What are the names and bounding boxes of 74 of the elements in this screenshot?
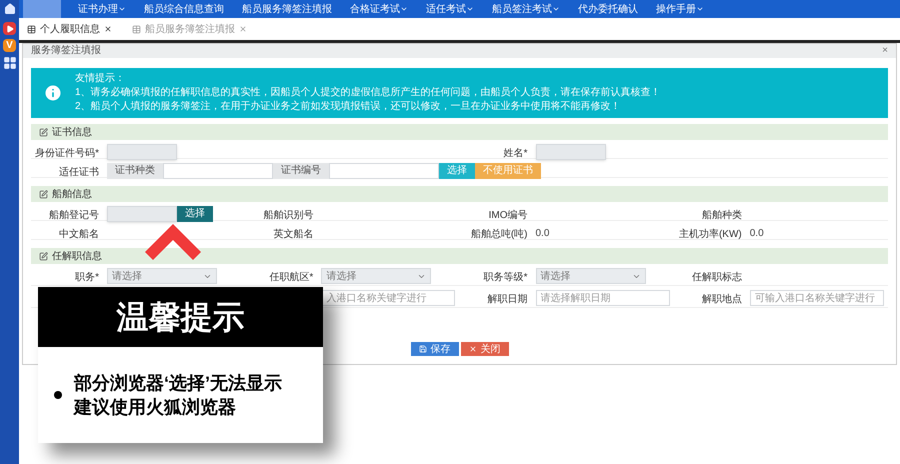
- field-label: 英文船名: [273, 229, 314, 240]
- input-field[interactable]: [163, 163, 273, 179]
- section-title: 证书信息: [52, 126, 92, 140]
- field-label: 姓名*: [504, 148, 528, 159]
- edit-icon: [39, 128, 48, 136]
- nav-item[interactable]: 适任考试: [417, 2, 483, 16]
- nav-highlight[interactable]: [23, 0, 61, 18]
- caret-icon: [552, 5, 560, 13]
- tip-text: 部分浏览器‘选择’无法显示: [74, 372, 282, 395]
- field-label: 任职航区*: [269, 272, 314, 283]
- field-label: 身份证件号码*: [35, 148, 99, 159]
- panel-title: 服务簿签注填报: [31, 46, 101, 56]
- input-field[interactable]: [329, 163, 439, 179]
- input-field[interactable]: 入港口名称关键字进行: [321, 290, 456, 306]
- field-label: IMO编号: [488, 210, 528, 221]
- field-label: 任解职标志: [692, 272, 742, 283]
- close-icon: [468, 345, 476, 353]
- section-title: 船舶信息: [52, 188, 92, 202]
- video-icon[interactable]: [3, 22, 16, 35]
- field-label: 适任证书: [59, 167, 99, 178]
- caret-icon: [400, 5, 408, 13]
- input-field[interactable]: 请选择解职日期: [536, 290, 670, 306]
- field-label: 船舶种类: [702, 210, 742, 221]
- field-value: 0.0: [750, 226, 764, 240]
- field-label: 职务等级*: [484, 272, 528, 283]
- field-label: 船舶登记号: [49, 210, 99, 221]
- nav-item[interactable]: 合格证考试: [341, 2, 417, 16]
- nav-item[interactable]: 船员综合信息查询: [135, 2, 233, 16]
- edit-icon: [39, 190, 48, 198]
- notice-title: 友情提示：: [75, 72, 126, 86]
- caret-icon: [696, 5, 704, 13]
- input-field[interactable]: [107, 144, 177, 160]
- bullet-icon: [54, 391, 62, 399]
- select-dropdown[interactable]: 请选择: [536, 268, 646, 284]
- field-addon: 证书编号: [273, 163, 329, 179]
- field-label: 主机功率(KW): [678, 229, 742, 240]
- field-label: 职务*: [75, 272, 99, 283]
- edit-icon: [39, 252, 48, 260]
- field-label: 船舶总吨(吨): [470, 229, 528, 240]
- field-label: 解职日期: [488, 294, 528, 305]
- close-icon[interactable]: [104, 25, 112, 33]
- caret-icon: [466, 5, 474, 13]
- notice-text: 2、船员个人填报的服务簿签注，在用于办证业务之前如发现填报错误，还可以修改，一旦在办证业务中使用将不能再修改！: [75, 100, 622, 114]
- nav-item[interactable]: 操作手册: [647, 2, 713, 16]
- input-field[interactable]: [107, 206, 177, 222]
- nav-item[interactable]: 代办委托确认: [569, 2, 647, 16]
- field-label: 船舶识别号: [263, 210, 314, 221]
- close-button[interactable]: 关闭: [460, 342, 508, 356]
- field-addon: 证书种类: [107, 163, 163, 179]
- section-title: 任解职信息: [52, 250, 102, 264]
- save-button[interactable]: 保存: [410, 342, 458, 356]
- page-tab[interactable]: 船员服务簿签注填报: [132, 22, 247, 36]
- page-tab[interactable]: 个人履职信息: [27, 22, 112, 36]
- input-field[interactable]: 可输入港口名称关键字进行: [750, 290, 884, 306]
- field-label: 中文船名: [59, 229, 99, 240]
- close-button[interactable]: ×: [882, 46, 888, 56]
- field-label: 解职地点: [702, 294, 742, 305]
- info-icon: [43, 83, 63, 103]
- nav-item[interactable]: 船员服务簿签注填报: [233, 2, 341, 16]
- select-button[interactable]: 选择: [177, 206, 213, 222]
- select-dropdown[interactable]: 请选择: [321, 268, 432, 284]
- field-value: 0.0: [536, 226, 550, 240]
- input-field[interactable]: [536, 144, 606, 160]
- grid-icon[interactable]: [2, 56, 16, 70]
- table-icon: [132, 24, 141, 34]
- tip-title: 温馨提示: [116, 298, 244, 337]
- save-icon: [418, 345, 426, 353]
- tip-text: 建议使用火狐浏览器: [74, 396, 237, 419]
- nav-item[interactable]: 证书办理: [69, 2, 135, 16]
- notice-text: 1、请务必确保填报的任解职信息的真实性，因船员个人提交的虚假信息所产生的任何问题，由船员个人负责，请在保存前认真核查！: [75, 86, 661, 100]
- caret-icon: [118, 5, 126, 13]
- table-icon: [27, 24, 36, 34]
- nav-item[interactable]: 船员签注考试: [483, 2, 569, 16]
- select-dropdown[interactable]: 请选择: [107, 268, 217, 284]
